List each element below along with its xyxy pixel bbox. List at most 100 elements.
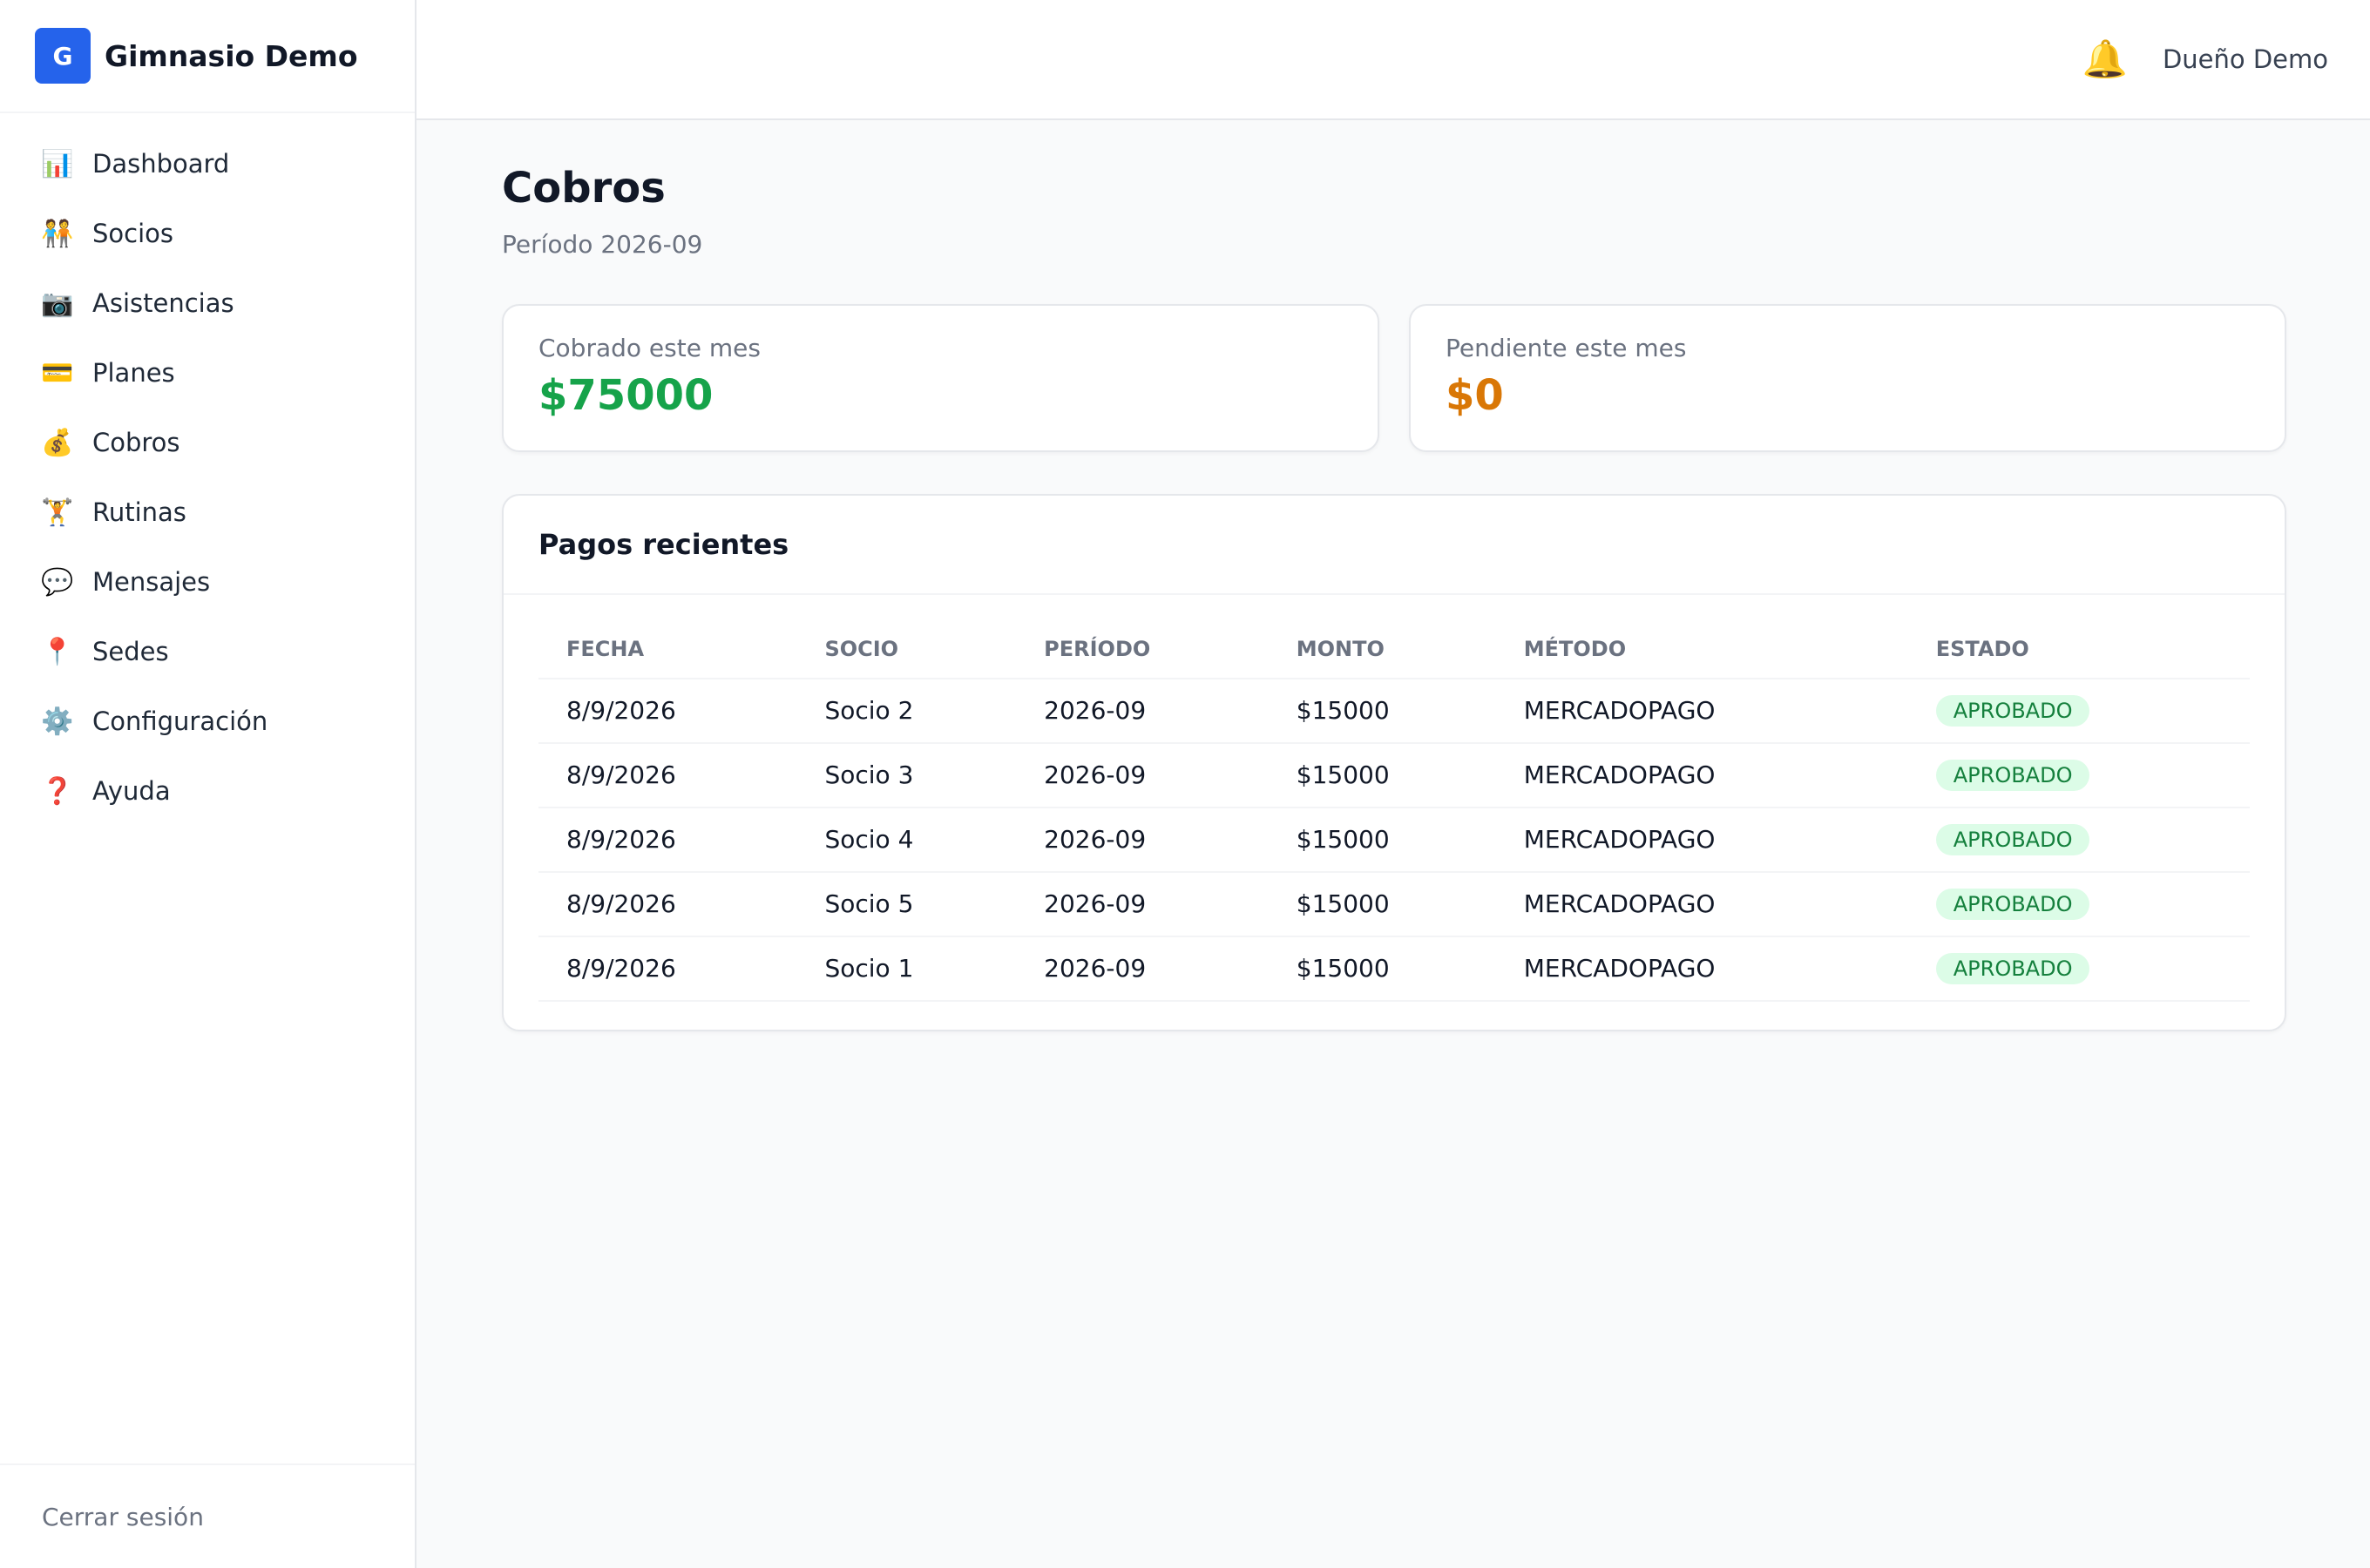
status-cell: APROBADO: [1907, 807, 2250, 873]
brand-name: Gimnasio Demo: [105, 38, 358, 73]
topbar: 🔔 Dueño Demo: [416, 0, 2370, 120]
status-badge: APROBADO: [1935, 759, 2090, 791]
table-cell: $15000: [1268, 742, 1496, 808]
payments-table: FECHA SOCIO PERÍODO MONTO MÉTODO ESTADO 8/9/2…: [538, 620, 2250, 1002]
table-cell: $15000: [1268, 678, 1496, 744]
collected-label: Cobrado este mes: [538, 333, 761, 362]
table-cell: 2026-09: [1016, 871, 1269, 937]
table-cell: Socio 5: [796, 871, 1017, 937]
table-cell: MERCADOPAGO: [1495, 807, 1908, 873]
user-name[interactable]: Dueño Demo: [2163, 44, 2328, 74]
table-cell: MERCADOPAGO: [1495, 871, 1908, 937]
sidebar-item-label: Socios: [92, 219, 174, 248]
sidebar-item-mensajes[interactable]: 💬 Mensajes: [0, 547, 415, 617]
table-cell: 2026-09: [1016, 936, 1269, 1002]
table-cell: 8/9/2026: [538, 742, 797, 808]
table-cell: $15000: [1268, 807, 1496, 873]
status-badge: APROBADO: [1935, 888, 2090, 920]
pending-card: Pendiente este mes $0: [1409, 303, 2286, 452]
column-header: SOCIO: [796, 620, 1017, 679]
table-row: 8/9/2026 Socio 3 2026-09 $15000 MERCADOPAGO A…: [538, 742, 2250, 808]
table-cell: 8/9/2026: [538, 678, 797, 744]
sidebar-item-label: Planes: [92, 358, 175, 388]
table-row: 8/9/2026 Socio 2 2026-09 $15000 MERCADOPAGO A…: [538, 678, 2250, 744]
table-cell: Socio 3: [796, 742, 1017, 808]
sidebar-item-label: Dashboard: [92, 149, 230, 179]
status-badge: APROBADO: [1935, 823, 2090, 855]
table-cell: 8/9/2026: [538, 807, 797, 873]
table-cell: 2026-09: [1016, 678, 1269, 744]
column-header: PERÍODO: [1016, 620, 1269, 679]
brand-logo: G: [35, 28, 91, 84]
chart-icon: 📊: [41, 148, 74, 179]
table-cell: Socio 2: [796, 678, 1017, 744]
sidebar-item-label: Rutinas: [92, 497, 186, 527]
sidebar-item-label: Cobros: [92, 428, 180, 457]
table-cell: 2026-09: [1016, 807, 1269, 873]
status-cell: APROBADO: [1907, 742, 2250, 808]
table-cell: 8/9/2026: [538, 871, 797, 937]
money-bag-icon: 💰: [41, 427, 74, 458]
stats-row: Cobrado este mes $75000 Pendiente este m…: [502, 303, 2286, 452]
sidebar: G Gimnasio Demo 📊 Dashboard 🧑‍🤝‍🧑 Socios 📷 As…: [0, 0, 416, 1568]
column-header: ESTADO: [1907, 620, 2250, 679]
credit-card-icon: 💳: [41, 357, 74, 389]
page-title: Cobros: [502, 164, 666, 213]
table-cell: $15000: [1268, 936, 1496, 1002]
sidebar-item-socios[interactable]: 🧑‍🤝‍🧑 Socios: [0, 199, 415, 268]
page-content: Cobros Período 2026-09 Cobrado este mes …: [416, 120, 2370, 1031]
sidebar-item-label: Configuración: [92, 706, 268, 736]
table-cell: $15000: [1268, 871, 1496, 937]
status-cell: APROBADO: [1907, 678, 2250, 744]
status-badge: APROBADO: [1935, 952, 2090, 984]
status-cell: APROBADO: [1907, 871, 2250, 937]
logout-link[interactable]: Cerrar sesión: [42, 1503, 204, 1531]
table-row: 8/9/2026 Socio 5 2026-09 $15000 MERCADOPAGO A…: [538, 871, 2250, 937]
sidebar-item-sedes[interactable]: 📍 Sedes: [0, 617, 415, 686]
sidebar-item-rutinas[interactable]: 🏋️ Rutinas: [0, 477, 415, 547]
sidebar-nav: 📊 Dashboard 🧑‍🤝‍🧑 Socios 📷 Asistencias 💳 Planes…: [0, 113, 415, 1463]
gear-icon: ⚙️: [41, 706, 74, 737]
status-cell: APROBADO: [1907, 936, 2250, 1002]
page-subtitle: Período 2026-09: [502, 229, 703, 259]
table-cell: 8/9/2026: [538, 936, 797, 1002]
table-row: 8/9/2026 Socio 4 2026-09 $15000 MERCADOPAGO A…: [538, 807, 2250, 873]
payments-title: Pagos recientes: [538, 527, 789, 561]
app-shell: G Gimnasio Demo 📊 Dashboard 🧑‍🤝‍🧑 Socios 📷 As…: [0, 0, 2370, 1568]
table-cell: MERCADOPAGO: [1495, 742, 1908, 808]
question-icon: ❓: [41, 775, 74, 807]
table-body: 8/9/2026 Socio 2 2026-09 $15000 MERCADOPAGO A…: [538, 678, 2250, 1002]
column-header: FECHA: [538, 620, 797, 679]
people-icon: 🧑‍🤝‍🧑: [41, 218, 74, 249]
column-header: MÉTODO: [1495, 620, 1908, 679]
pending-label: Pendiente este mes: [1446, 333, 1687, 362]
pending-value: $0: [1446, 370, 1504, 420]
table-header-row: FECHA SOCIO PERÍODO MONTO MÉTODO ESTADO: [538, 620, 2250, 679]
collected-card: Cobrado este mes $75000: [502, 303, 1379, 452]
bell-icon[interactable]: 🔔: [2082, 37, 2128, 81]
sidebar-item-label: Sedes: [92, 637, 169, 666]
sidebar-item-cobros[interactable]: 💰 Cobros: [0, 408, 415, 477]
collected-value: $75000: [538, 370, 714, 420]
sidebar-item-ayuda[interactable]: ❓ Ayuda: [0, 756, 415, 826]
speech-bubble-icon: 💬: [41, 566, 74, 598]
status-badge: APROBADO: [1935, 694, 2090, 727]
main-area: 🔔 Dueño Demo Cobros Período 2026-09 Cobr…: [416, 0, 2370, 1568]
table-cell: MERCADOPAGO: [1495, 936, 1908, 1002]
table-row: 8/9/2026 Socio 1 2026-09 $15000 MERCADOPAGO A…: [538, 936, 2250, 1002]
pin-icon: 📍: [41, 636, 74, 667]
sidebar-item-dashboard[interactable]: 📊 Dashboard: [0, 129, 415, 199]
sidebar-item-configuracion[interactable]: ⚙️ Configuración: [0, 686, 415, 756]
sidebar-item-label: Mensajes: [92, 567, 211, 597]
sidebar-item-planes[interactable]: 💳 Planes: [0, 338, 415, 408]
sidebar-item-asistencias[interactable]: 📷 Asistencias: [0, 268, 415, 338]
payments-panel: Pagos recientes FECHA SOCIO PERÍODO MONTO MÉ…: [502, 493, 2286, 1031]
payments-panel-header: Pagos recientes: [504, 496, 2285, 595]
brand[interactable]: G Gimnasio Demo: [0, 0, 415, 113]
sidebar-footer: Cerrar sesión: [0, 1463, 415, 1568]
table-cell: 2026-09: [1016, 742, 1269, 808]
camera-icon: 📷: [41, 287, 74, 319]
sidebar-item-label: Ayuda: [92, 776, 171, 806]
sidebar-item-label: Asistencias: [92, 288, 234, 318]
column-header: MONTO: [1268, 620, 1496, 679]
